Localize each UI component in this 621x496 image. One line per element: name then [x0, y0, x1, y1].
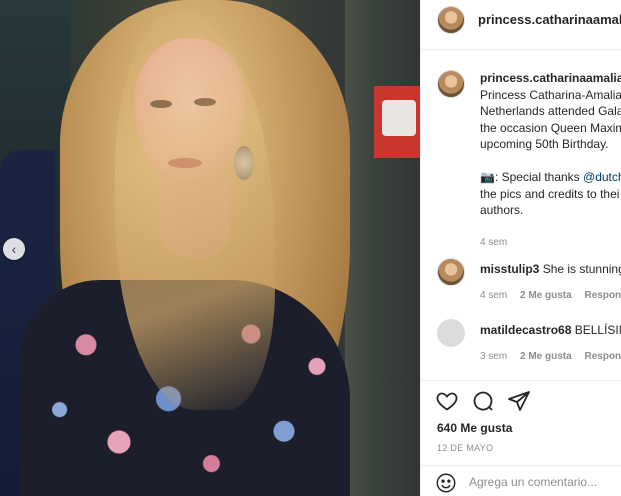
comment-reply-button[interactable]: Respond	[584, 290, 621, 301]
comment-likes[interactable]: 2 Me gusta	[520, 351, 572, 362]
caption-line: upcoming 50th Birthday.	[480, 137, 609, 151]
caption-line: authors.	[480, 203, 524, 217]
caption-line: Princess Catharina-Amalia	[480, 87, 621, 102]
smiley-icon[interactable]	[435, 472, 457, 494]
caption-mention-link[interactable]: @dutch	[583, 170, 621, 184]
heart-icon[interactable]	[435, 389, 459, 413]
comment-icon[interactable]	[471, 389, 495, 413]
caption-line: the occasion Queen Maxim	[480, 120, 621, 135]
comment-text: BELLÍSIMA	[574, 323, 621, 337]
comment-text: She is stunning	[542, 262, 621, 276]
post-username[interactable]: princess.catharinaamalia	[478, 12, 621, 27]
caption-credit-prefix: : Special thanks	[494, 170, 584, 184]
chevron-left-icon[interactable]: ‹	[3, 238, 25, 260]
comment-composer	[421, 465, 621, 496]
post-date[interactable]: 12 DE MAYO	[437, 443, 493, 453]
comment-likes[interactable]: 2 Me gusta	[520, 290, 572, 301]
caption-username[interactable]: princess.catharinaamalia	[480, 71, 621, 85]
caption-line: the pics and credits to thei	[480, 186, 620, 201]
likes-count[interactable]: 640 Me gusta	[437, 421, 512, 435]
comment-reply-button[interactable]: Respond	[584, 351, 621, 362]
avatar[interactable]	[437, 70, 465, 98]
comment-timestamp[interactable]: 4 sem	[480, 290, 507, 301]
avatar[interactable]	[437, 319, 465, 347]
post-side-panel: princess.catharinaamalia princess.cathar…	[420, 0, 621, 496]
comment-timestamp[interactable]: 3 sem	[480, 351, 507, 362]
photo-background-frame	[345, 0, 420, 496]
comment-input[interactable]	[469, 472, 619, 492]
avatar[interactable]	[437, 6, 465, 34]
caption-text: princess.catharinaamalia N Princess Cath…	[480, 70, 621, 252]
post-header: princess.catharinaamalia	[421, 0, 621, 50]
post-actions: 640 Me gusta 12 DE MAYO	[421, 380, 621, 496]
caption-line: Netherlands attended Gala	[480, 104, 621, 118]
paper-plane-icon[interactable]	[507, 389, 531, 413]
photo-sign-symbol	[382, 100, 416, 136]
caption-timestamp[interactable]: 4 sem	[480, 235, 621, 252]
camera-icon: 📷	[480, 170, 495, 184]
comment-username[interactable]: matildecastro68	[480, 323, 571, 337]
comment-username[interactable]: misstulip3	[480, 262, 539, 276]
post-photo[interactable]: ‹	[0, 0, 420, 496]
avatar[interactable]	[437, 258, 465, 286]
